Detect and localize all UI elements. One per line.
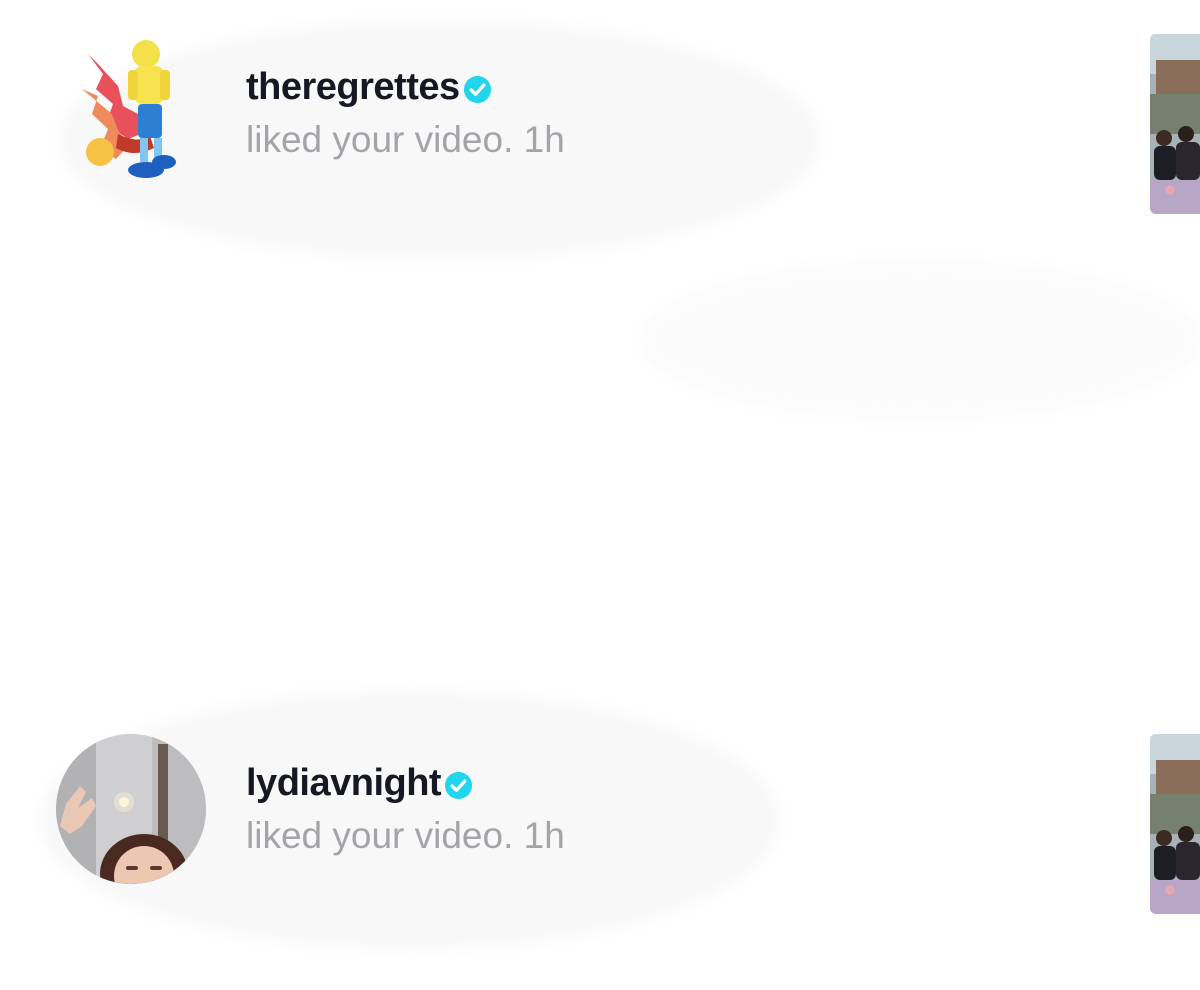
video-thumbnail[interactable] [1150, 734, 1200, 914]
username[interactable]: lydiavnight [246, 762, 442, 805]
avatar[interactable] [68, 34, 218, 184]
verified-badge-icon [445, 771, 473, 799]
activity-time: 1h [523, 815, 565, 856]
username-row: theregrettes [246, 62, 565, 112]
activity-line: liked your video. 1h [246, 815, 565, 857]
avatar[interactable] [56, 734, 206, 884]
group-photo-thumbnail-icon [1150, 34, 1200, 214]
notification-text: lydiavnight liked your video. 1h [246, 758, 565, 857]
notification-text: theregrettes liked your video. 1h [246, 62, 565, 161]
background-smudge [640, 260, 1200, 420]
video-thumbnail[interactable] [1150, 34, 1200, 214]
username[interactable]: theregrettes [246, 66, 460, 109]
activity-time: 1h [523, 119, 565, 160]
verified-badge-icon [463, 75, 491, 103]
activity-action: liked your video. [246, 119, 514, 160]
notification-item[interactable]: lydiavnight liked your video. 1h [0, 716, 1200, 916]
cartoon-characters-avatar-icon [82, 40, 176, 178]
selfie-photo-avatar-icon [56, 734, 206, 884]
username-row: lydiavnight [246, 758, 565, 808]
notification-item[interactable]: theregrettes liked your video. 1h [0, 20, 1200, 220]
activity-line: liked your video. 1h [246, 119, 565, 161]
group-photo-thumbnail-icon [1150, 734, 1200, 914]
activity-action: liked your video. [246, 815, 514, 856]
